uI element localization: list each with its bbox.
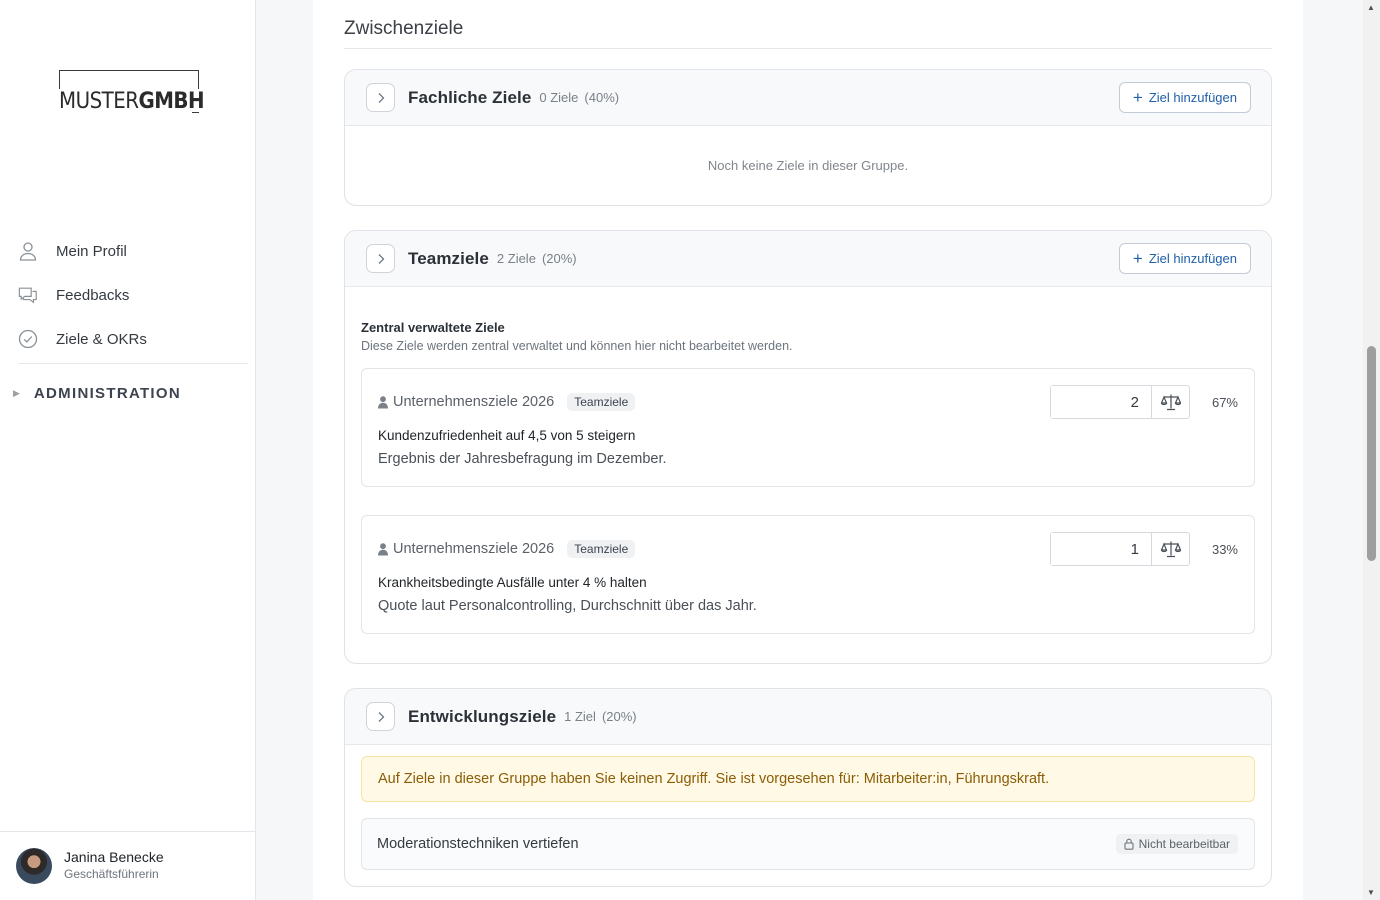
weight-balance-button[interactable] <box>1151 386 1189 418</box>
chevron-right-icon <box>378 253 384 264</box>
plus-icon: + <box>1132 88 1143 107</box>
avatar <box>16 848 52 884</box>
scrollbar[interactable]: ▲ ▼ <box>1363 0 1380 900</box>
group-count: 1 Ziel <box>564 709 596 724</box>
goal-weight-percent: 33% <box>1211 542 1238 557</box>
goal-source: Unternehmensziele 2026 Teamziele <box>378 393 636 411</box>
group-count: 0 Ziele <box>539 90 579 105</box>
lock-icon <box>1124 838 1134 850</box>
expand-toggle-button[interactable] <box>366 83 395 112</box>
caret-right-icon: ▶ <box>13 387 20 398</box>
logo-text: MUSTERGMBH <box>59 89 209 115</box>
scroll-down-arrow-icon[interactable]: ▼ <box>1367 888 1375 897</box>
main-content: Zwischenziele Fachliche Ziele 0 Ziele (40… <box>313 0 1303 900</box>
sidebar-item-feedbacks[interactable]: Feedbacks <box>0 273 248 317</box>
group-header: Teamziele 2 Ziele (20%) + Ziel hinzufügen <box>345 231 1271 287</box>
not-editable-label: Nicht bearbeitbar <box>1138 837 1230 851</box>
sidebar-item-label: Ziele & OKRs <box>56 330 147 348</box>
goal-group-fachliche-ziele: Fachliche Ziele 0 Ziele (40%) + Ziel hinz… <box>344 69 1272 206</box>
goal-weight-input[interactable] <box>1051 533 1151 565</box>
goal-source-label: Unternehmensziele 2026 <box>393 541 555 557</box>
locked-goal-card: Moderationstechniken vertiefen Nicht bea… <box>361 818 1255 870</box>
group-title: Entwicklungsziele <box>408 706 557 726</box>
goal-weight-control <box>1050 532 1190 566</box>
sidebar-item-mein-profil[interactable]: Mein Profil <box>0 229 248 273</box>
goal-card: Unternehmensziele 2026 Teamziele Krankhe… <box>361 515 1255 634</box>
person-icon <box>378 395 388 409</box>
goal-description: Ergebnis der Jahresbefragung im Dezember… <box>378 451 667 467</box>
goal-title: Moderationstechniken vertiefen <box>377 836 579 852</box>
sidebar-section-label: ADMINISTRATION <box>33 384 181 402</box>
section-divider <box>344 48 1272 49</box>
goal-weight-control <box>1050 385 1190 419</box>
sidebar-nav: Mein Profil Feedbacks Ziele & OKRs ▶ ADM… <box>0 229 248 422</box>
scale-icon <box>1160 541 1181 558</box>
chat-icon <box>18 285 38 305</box>
add-goal-label: Ziel hinzufügen <box>1148 251 1237 266</box>
add-goal-button[interactable]: + Ziel hinzufügen <box>1118 243 1251 274</box>
goal-title: Kundenzufriedenheit auf 4,5 von 5 steige… <box>378 428 636 443</box>
user-name: Janina Benecke <box>64 849 164 865</box>
goal-weight-input[interactable] <box>1051 386 1151 418</box>
group-percent: (20%) <box>601 709 637 724</box>
group-percent: (20%) <box>541 251 577 266</box>
weight-balance-button[interactable] <box>1151 533 1189 565</box>
section-title: Zwischenziele <box>344 18 464 39</box>
expand-toggle-button[interactable] <box>366 244 395 273</box>
group-title: Fachliche Ziele <box>408 87 532 107</box>
group-header: Entwicklungsziele 1 Ziel (20%) <box>345 689 1271 745</box>
scale-icon <box>1160 394 1181 411</box>
chevron-right-icon <box>378 92 384 103</box>
goal-group-teamziele: Teamziele 2 Ziele (20%) + Ziel hinzufügen… <box>344 230 1272 664</box>
group-meta: 1 Ziel (20%) <box>564 709 636 724</box>
goal-source: Unternehmensziele 2026 Teamziele <box>378 540 636 558</box>
central-goals-title: Zentral verwaltete Ziele <box>361 320 505 335</box>
goal-title: Krankheitsbedingte Ausfälle unter 4 % ha… <box>378 575 647 590</box>
sidebar-item-label: Feedbacks <box>56 286 130 304</box>
user-icon <box>18 241 38 261</box>
sidebar-item-administration[interactable]: ▶ ADMINISTRATION <box>0 364 248 422</box>
group-header: Fachliche Ziele 0 Ziele (40%) + Ziel hinz… <box>345 70 1271 126</box>
scrollbar-thumb[interactable] <box>1367 346 1376 561</box>
group-title: Teamziele <box>408 248 489 268</box>
expand-toggle-button[interactable] <box>366 702 395 731</box>
group-count: 2 Ziele <box>496 251 536 266</box>
add-goal-button[interactable]: + Ziel hinzufügen <box>1118 82 1251 113</box>
goal-group-badge: Teamziele <box>567 393 636 411</box>
goal-group-badge: Teamziele <box>567 540 636 558</box>
user-profile[interactable]: Janina Benecke Geschäftsführerin <box>0 831 255 900</box>
group-meta: 0 Ziele (40%) <box>539 90 619 105</box>
goal-weight-percent: 67% <box>1211 395 1238 410</box>
goal-source-label: Unternehmensziele 2026 <box>393 394 555 410</box>
goal-description: Quote laut Personalcontrolling, Durchsch… <box>378 598 757 614</box>
sidebar: MUSTERGMBH Mein Profil Feedbacks Ziele &… <box>0 0 256 900</box>
user-role: Geschäftsführerin <box>64 867 159 881</box>
not-editable-badge: Nicht bearbeitbar <box>1115 834 1238 854</box>
check-circle-icon <box>18 329 38 349</box>
goal-group-entwicklungsziele: Entwicklungsziele 1 Ziel (20%) Auf Ziele … <box>344 688 1272 887</box>
person-icon <box>378 542 388 556</box>
goal-card: Unternehmensziele 2026 Teamziele Kundenz… <box>361 368 1255 487</box>
company-logo[interactable]: MUSTERGMBH <box>59 70 209 115</box>
no-access-alert: Auf Ziele in dieser Gruppe haben Sie kei… <box>361 756 1255 802</box>
sidebar-item-ziele-okrs[interactable]: Ziele & OKRs <box>0 317 248 361</box>
plus-icon: + <box>1132 249 1143 268</box>
sidebar-item-label: Mein Profil <box>56 242 127 260</box>
group-percent: (40%) <box>584 90 620 105</box>
central-goals-subtitle: Diese Ziele werden zentral verwaltet und… <box>361 339 793 353</box>
group-meta: 2 Ziele (20%) <box>497 251 577 266</box>
scroll-up-arrow-icon[interactable]: ▲ <box>1367 3 1375 12</box>
empty-state: Noch keine Ziele in dieser Gruppe. <box>707 157 909 173</box>
add-goal-label: Ziel hinzufügen <box>1148 90 1237 105</box>
chevron-right-icon <box>378 711 384 722</box>
